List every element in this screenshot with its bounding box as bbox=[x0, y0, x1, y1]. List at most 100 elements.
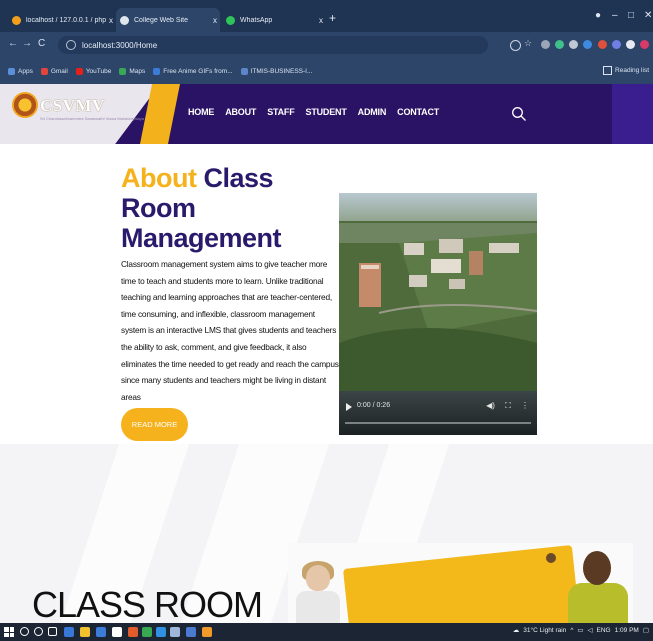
puzzle-icon[interactable] bbox=[626, 40, 635, 49]
nav-student[interactable]: STUDENT bbox=[306, 107, 347, 117]
zoom-icon[interactable] bbox=[510, 40, 521, 51]
youtube-icon bbox=[75, 67, 83, 75]
maps-icon bbox=[119, 67, 127, 75]
notification-icon[interactable]: ▢ bbox=[643, 626, 649, 634]
taskbar-app-icon[interactable] bbox=[170, 627, 180, 637]
clock[interactable]: 1:09 PM bbox=[615, 627, 639, 634]
bookmarks-bar: Apps Gmail YouTube Maps Free Anime GIFs … bbox=[0, 58, 653, 84]
bookmark-label: Apps bbox=[18, 67, 33, 75]
nav-admin[interactable]: ADMIN bbox=[358, 107, 387, 117]
whatsapp-icon bbox=[226, 15, 235, 25]
bookmark-maps[interactable]: Maps bbox=[119, 67, 146, 75]
read-more-button[interactable]: READ MORE bbox=[121, 408, 188, 441]
about-description: Classroom management system aims to give… bbox=[121, 259, 339, 402]
maximize-button[interactable]: □ bbox=[628, 10, 634, 21]
logo-subtitle: Sri Chandrasekharendra Saraswathi Viswa … bbox=[40, 116, 144, 121]
avatar[interactable] bbox=[640, 40, 649, 49]
reading-list-icon bbox=[603, 66, 613, 75]
bookmark-anime-gifs[interactable]: Free Anime GIFs from... bbox=[153, 67, 233, 75]
close-tab-icon[interactable]: x bbox=[106, 16, 116, 25]
person-face bbox=[583, 551, 611, 585]
apps-grid-icon bbox=[8, 67, 15, 75]
close-window-button[interactable]: ✕ bbox=[644, 10, 652, 21]
reading-list-button[interactable]: Reading list bbox=[603, 66, 649, 75]
new-tab-button[interactable]: + bbox=[329, 12, 336, 24]
header-accent-block bbox=[612, 84, 653, 144]
back-arrow-icon[interactable]: ← bbox=[8, 38, 18, 49]
close-tab-icon[interactable]: x bbox=[316, 16, 326, 25]
nav-contact[interactable]: CONTACT bbox=[397, 107, 439, 117]
taskbar-app-icon[interactable] bbox=[128, 627, 138, 637]
volume-icon[interactable]: ◀) bbox=[486, 401, 495, 410]
tab-phpmyadmin[interactable]: localhost / 127.0.0.1 / phpMyAdm x bbox=[8, 8, 116, 32]
extension-icon[interactable] bbox=[612, 40, 621, 49]
forward-arrow-icon[interactable]: → bbox=[22, 38, 32, 49]
video-player[interactable]: 0:00 / 0:26 ◀) ⛶ ⋮ bbox=[339, 193, 537, 435]
volume-icon[interactable]: ◁ bbox=[588, 626, 593, 634]
windows-start-icon[interactable] bbox=[4, 627, 14, 637]
person-hand bbox=[546, 553, 556, 563]
weather-text[interactable]: 31°C Light rain bbox=[523, 627, 566, 634]
reload-icon[interactable]: C bbox=[38, 38, 45, 49]
browser-tab-bar: localhost / 127.0.0.1 / phpMyAdm x Colle… bbox=[0, 0, 653, 32]
bookmark-label: Maps bbox=[129, 67, 146, 75]
minimize-button[interactable]: – bbox=[612, 10, 618, 21]
phpmyadmin-icon bbox=[12, 15, 21, 25]
taskbar-app-icon[interactable] bbox=[112, 627, 122, 637]
bookmark-apps[interactable]: Apps bbox=[8, 67, 33, 75]
bookmark-youtube[interactable]: YouTube bbox=[75, 67, 112, 75]
globe-icon bbox=[153, 67, 161, 75]
nav-staff[interactable]: STAFF bbox=[267, 107, 295, 117]
more-options-icon[interactable]: ⋮ bbox=[521, 401, 529, 410]
tab-title: College Web Site bbox=[134, 16, 188, 24]
language-indicator[interactable]: ENG bbox=[597, 627, 611, 634]
tab-college-web-site[interactable]: College Web Site x bbox=[116, 8, 220, 32]
campus-aerial-image bbox=[339, 193, 537, 391]
reading-list-label: Reading list bbox=[615, 67, 649, 74]
extension-icon[interactable] bbox=[583, 40, 592, 49]
extension-icon[interactable] bbox=[569, 40, 578, 49]
bookmark-star-icon[interactable]: ☆ bbox=[524, 38, 533, 48]
document-icon bbox=[240, 67, 248, 75]
taskbar-app-icon[interactable] bbox=[202, 627, 212, 637]
site-logo[interactable]: CSVMV bbox=[40, 96, 105, 116]
search-icon[interactable] bbox=[20, 627, 29, 636]
bookmark-label: YouTube bbox=[85, 67, 112, 75]
search-icon[interactable] bbox=[511, 106, 527, 122]
video-time: 0:00 / 0:26 bbox=[357, 402, 391, 409]
windows-taskbar: ☁ 31°C Light rain ^ ▭ ◁ ENG 1:09 PM ▢ bbox=[0, 623, 653, 641]
url-text: localhost:3000/Home bbox=[82, 40, 158, 50]
fullscreen-icon[interactable]: ⛶ bbox=[505, 401, 511, 410]
play-icon[interactable] bbox=[346, 403, 352, 411]
cortana-icon[interactable] bbox=[34, 627, 43, 636]
globe-icon bbox=[120, 15, 129, 25]
close-tab-icon[interactable]: x bbox=[210, 16, 220, 25]
extension-icon[interactable] bbox=[541, 40, 550, 49]
video-progress-track[interactable] bbox=[345, 422, 531, 424]
tab-whatsapp[interactable]: WhatsApp x bbox=[222, 8, 326, 32]
taskbar-app-icon[interactable] bbox=[156, 627, 166, 637]
taskbar-app-icon[interactable] bbox=[64, 627, 74, 637]
about-title: About Class Room Management bbox=[121, 163, 351, 253]
bookmark-itmis[interactable]: ITMIS-BUSINESS-I... bbox=[240, 67, 312, 75]
chevron-up-icon[interactable]: ^ bbox=[570, 627, 573, 634]
task-view-icon[interactable] bbox=[48, 627, 57, 636]
bookmark-gmail[interactable]: Gmail bbox=[40, 67, 68, 75]
taskbar-app-icon[interactable] bbox=[186, 627, 196, 637]
profile-icon[interactable]: ● bbox=[595, 10, 601, 21]
chrome-icon[interactable] bbox=[142, 627, 152, 637]
info-icon[interactable] bbox=[66, 40, 76, 50]
tab-title: WhatsApp bbox=[240, 16, 273, 24]
gmail-icon bbox=[40, 67, 48, 75]
file-explorer-icon[interactable] bbox=[80, 627, 90, 637]
extension-icon[interactable] bbox=[555, 40, 564, 49]
weather-icon[interactable]: ☁ bbox=[513, 626, 520, 634]
college-emblem-icon[interactable] bbox=[12, 92, 38, 118]
classroom-heading: CLASS ROOM bbox=[32, 584, 263, 625]
taskbar-app-icon[interactable] bbox=[96, 627, 106, 637]
nav-about[interactable]: ABOUT bbox=[225, 107, 256, 117]
nav-home[interactable]: HOME bbox=[188, 107, 214, 117]
extension-icon[interactable] bbox=[598, 40, 607, 49]
address-bar[interactable]: localhost:3000/Home bbox=[58, 36, 488, 54]
network-icon[interactable]: ▭ bbox=[577, 626, 583, 634]
